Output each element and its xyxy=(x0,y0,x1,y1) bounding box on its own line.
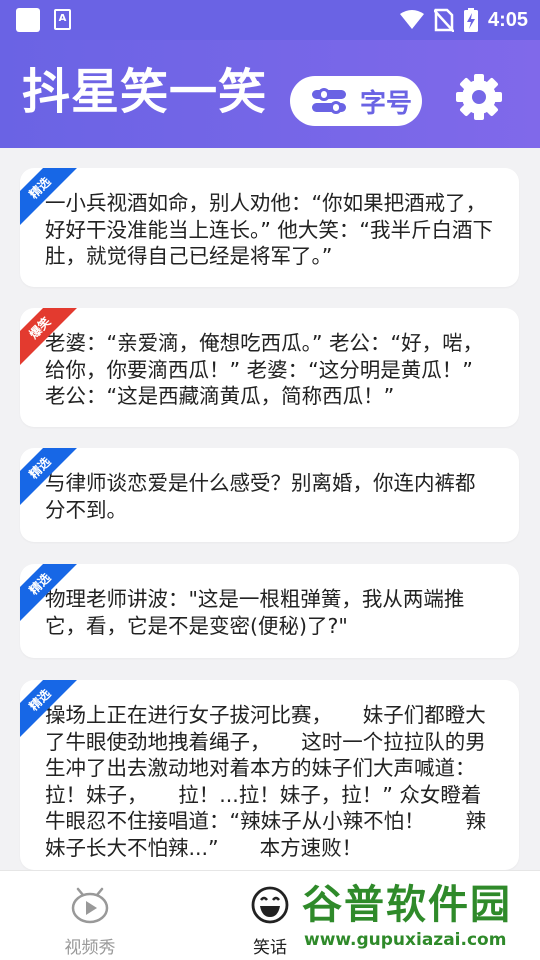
status-bar: A 4:05 xyxy=(0,0,540,40)
app-title: 抖星笑一笑 xyxy=(22,64,268,120)
joke-text: 物理老师讲波："这是一根粗弹簧，我从两端推它，看，它是不是变密(便秘)了?" xyxy=(45,587,465,638)
joke-card[interactable]: 爆笑 老婆：“亲爱滴，俺想吃西瓜。” 老公：“好，啱，给你，你要滴西瓜！” 老婆… xyxy=(20,308,519,427)
no-sim-icon xyxy=(433,8,454,32)
joke-text: 操场上正在进行女子拔河比赛， 妹子们都瞪大了牛眼使劲地拽着绳子， 这时一个拉拉队… xyxy=(45,703,487,860)
app-header: 抖星笑一笑 字号 xyxy=(0,40,540,148)
joke-card[interactable]: 精选 与律师谈恋爱是什么感受？别离婚，你连内裤都分不到。 xyxy=(20,448,519,542)
status-time: 4:05 xyxy=(487,8,528,31)
status-right-group: 4:05 xyxy=(399,6,528,34)
accessibility-a-icon: A xyxy=(54,9,71,30)
battery-charging-icon xyxy=(463,8,478,32)
joke-card[interactable]: 精选 一小兵视酒如命，别人劝他：“你如果把酒戒了，好好干没准能当上连长。” 他大… xyxy=(20,168,519,287)
settings-gear-icon[interactable] xyxy=(454,72,504,122)
wifi-icon xyxy=(399,10,424,29)
font-size-toggle-icon xyxy=(312,88,348,114)
font-size-button-label: 字号 xyxy=(360,88,413,119)
notification-square-icon xyxy=(16,8,40,32)
smile-face-icon xyxy=(251,886,289,924)
font-size-button[interactable]: 字号 xyxy=(290,76,422,126)
video-show-icon xyxy=(71,887,109,924)
tab-video-show[interactable]: 视频秀 xyxy=(30,885,150,958)
watermark-url: www.gupuxiazai.com xyxy=(304,930,507,950)
tab-video-show-label: 视频秀 xyxy=(64,938,116,958)
joke-text: 一小兵视酒如命，别人劝他：“你如果把酒戒了，好好干没准能当上连长。” 他大笑：“… xyxy=(45,191,494,268)
joke-card[interactable]: 精选 操场上正在进行女子拔河比赛， 妹子们都瞪大了牛眼使劲地拽着绳子， 这时一个… xyxy=(20,680,519,870)
joke-list[interactable]: 精选 一小兵视酒如命，别人劝他：“你如果把酒戒了，好好干没准能当上连长。” 他大… xyxy=(0,148,540,870)
watermark-title: 谷普软件园 xyxy=(302,882,512,928)
joke-text: 老婆：“亲爱滴，俺想吃西瓜。” 老公：“好，啱，给你，你要滴西瓜！” 老婆：“这… xyxy=(45,331,484,408)
joke-card[interactable]: 精选 物理老师讲波："这是一根粗弹簧，我从两端推它，看，它是不是变密(便秘)了?… xyxy=(20,564,519,658)
joke-text: 与律师谈恋爱是什么感受？别离婚，你连内裤都分不到。 xyxy=(45,471,476,522)
watermark-logo: 谷普软件园 www.gupuxiazai.com xyxy=(296,876,540,960)
